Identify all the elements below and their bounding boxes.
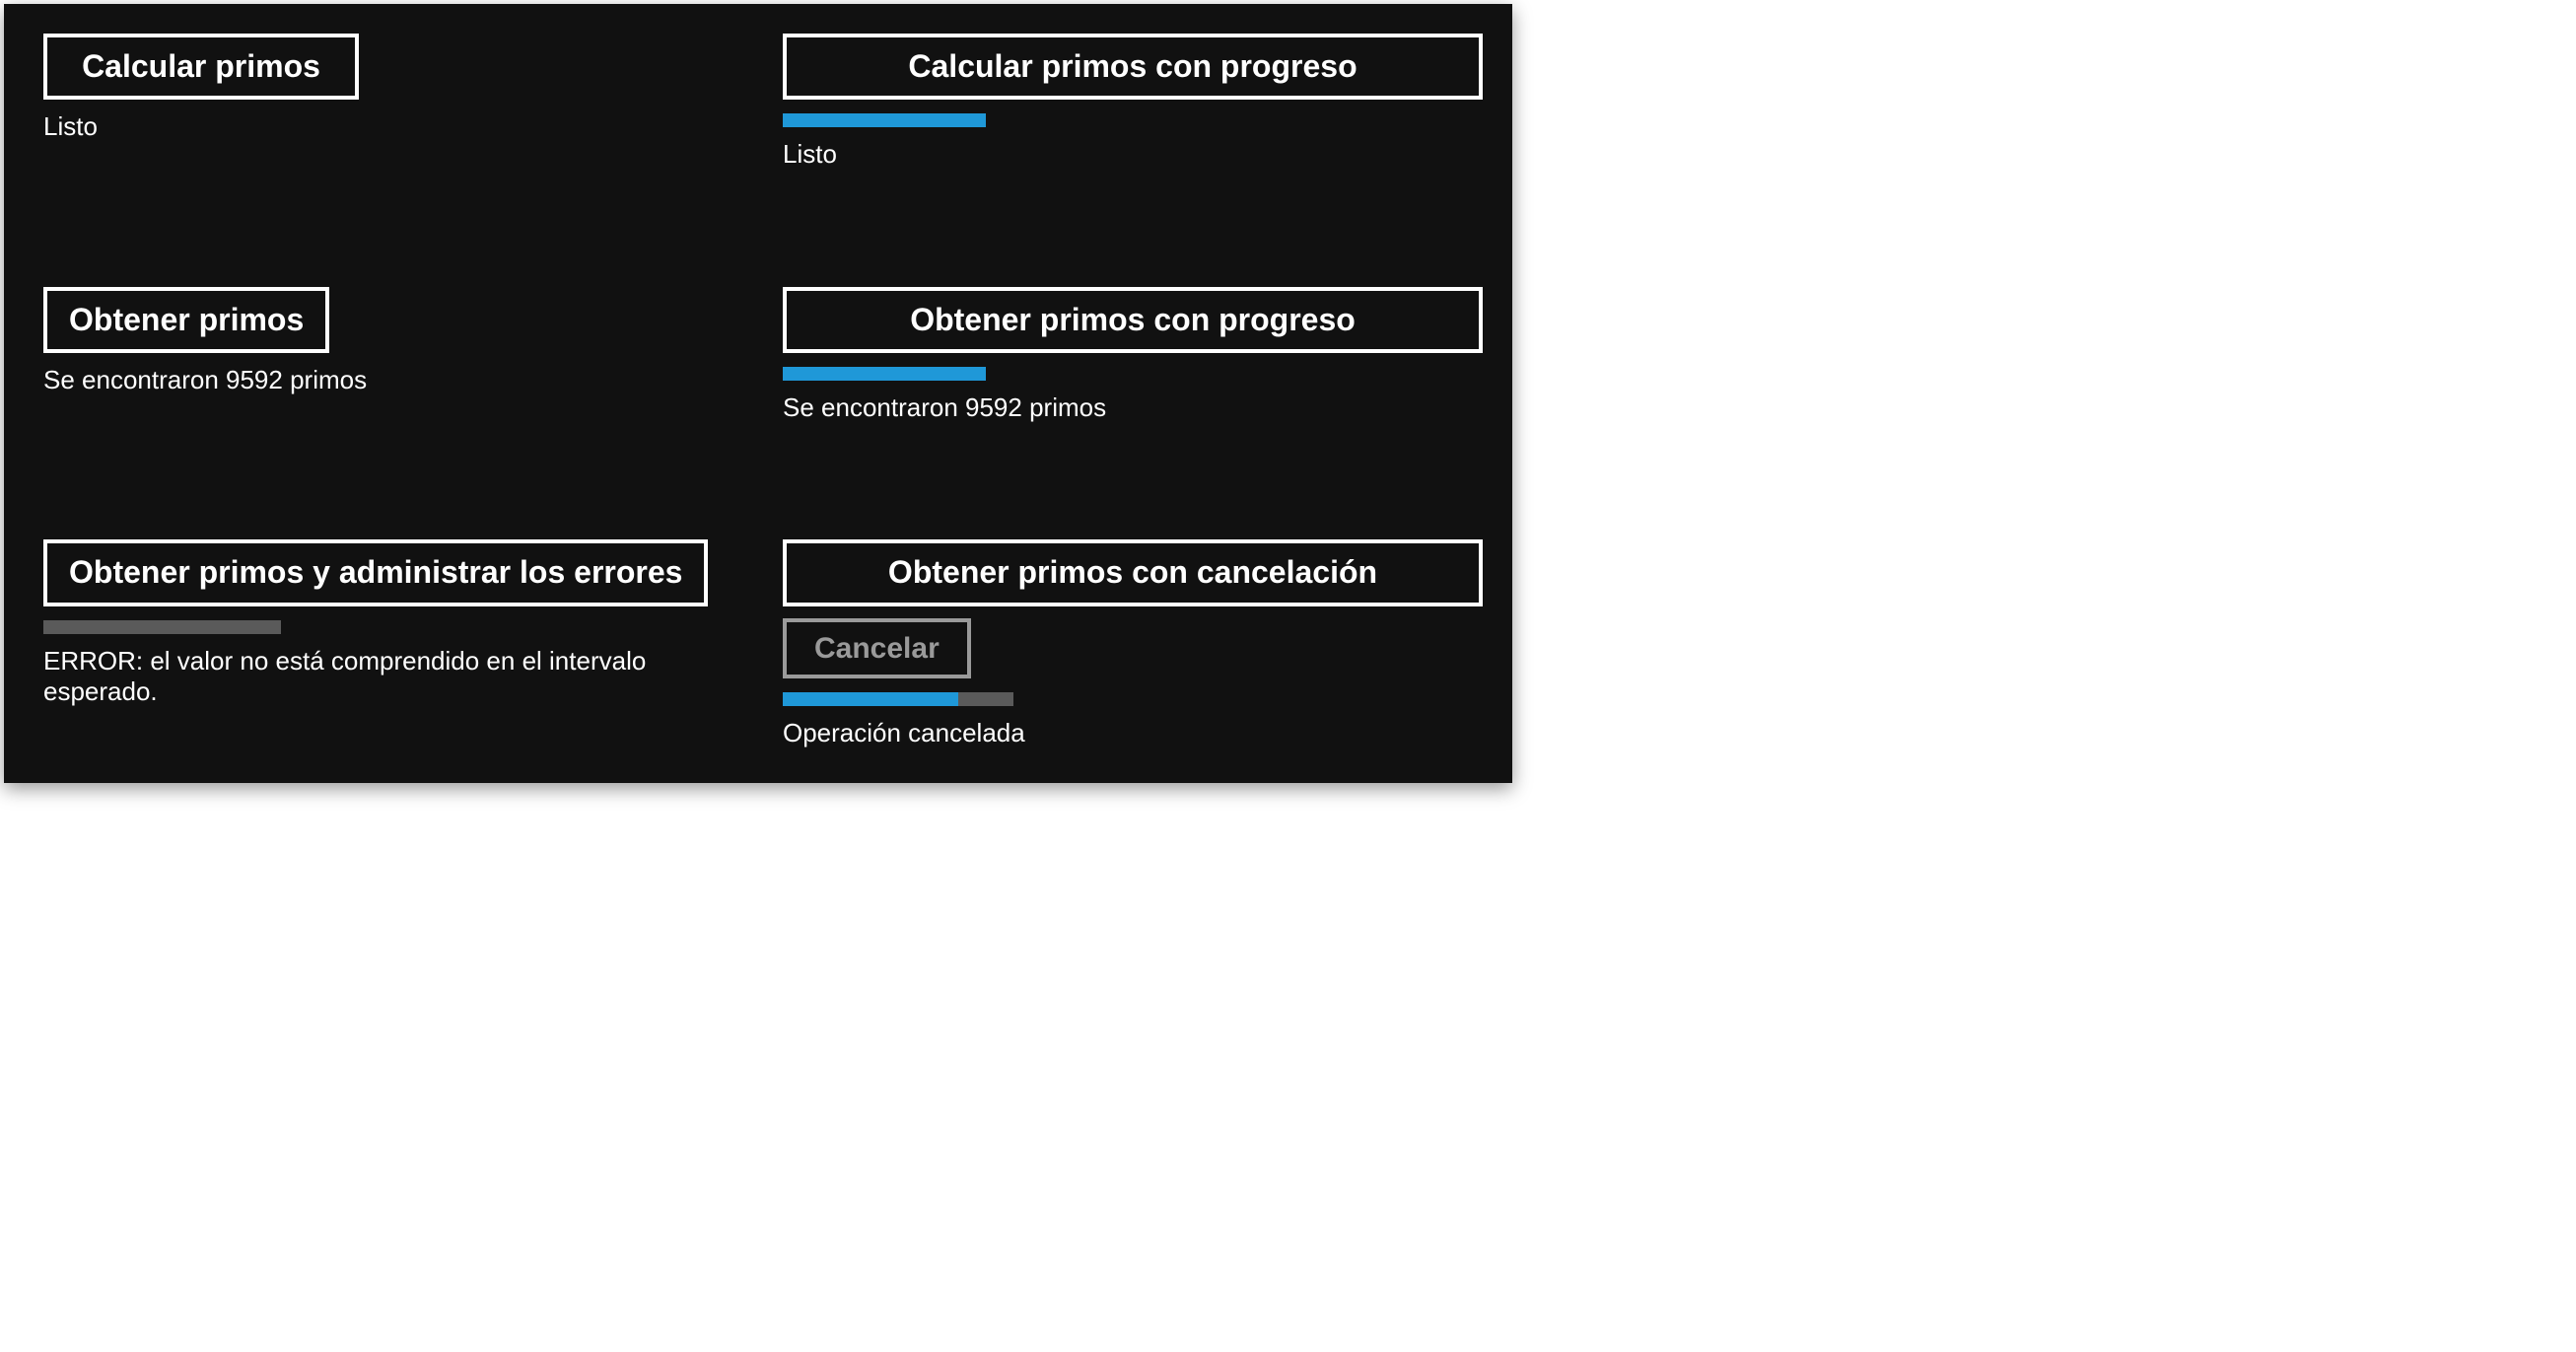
get-primes-progress-button[interactable]: Obtener primos con progreso <box>783 287 1483 353</box>
cell-get-errors: Obtener primos y administrar los errores… <box>43 539 743 753</box>
get-primes-cancel-button[interactable]: Obtener primos con cancelación <box>783 539 1483 605</box>
cell-get-cancel: Obtener primos con cancelación Cancelar … <box>783 539 1483 753</box>
progress-track <box>43 620 281 634</box>
calc-primes-progress-bar <box>783 113 1483 127</box>
calc-primes-progress-status: Listo <box>783 139 837 170</box>
get-primes-progress-bar <box>783 367 1483 381</box>
cell-calc-progress: Calcular primos con progreso Listo <box>783 34 1483 248</box>
calc-primes-progress-button[interactable]: Calcular primos con progreso <box>783 34 1483 100</box>
get-primes-errors-button[interactable]: Obtener primos y administrar los errores <box>43 539 708 605</box>
get-primes-progress-status: Se encontraron 9592 primos <box>783 392 1106 423</box>
calc-primes-status: Listo <box>43 111 98 142</box>
get-primes-errors-progress-bar <box>43 620 743 634</box>
progress-fill <box>783 367 986 381</box>
cell-get-progress: Obtener primos con progreso Se encontrar… <box>783 287 1483 501</box>
cell-calc: Calcular primos Listo <box>43 34 743 248</box>
calc-primes-button[interactable]: Calcular primos <box>43 34 359 100</box>
get-primes-button[interactable]: Obtener primos <box>43 287 329 353</box>
progress-fill <box>783 113 986 127</box>
cell-get: Obtener primos Se encontraron 9592 primo… <box>43 287 743 501</box>
get-primes-cancel-status: Operación cancelada <box>783 718 1025 748</box>
app-window: Calcular primos Listo Calcular primos co… <box>4 4 1512 783</box>
get-primes-status: Se encontraron 9592 primos <box>43 365 367 395</box>
get-primes-errors-status: ERROR: el valor no está comprendido en e… <box>43 646 743 707</box>
cancel-button[interactable]: Cancelar <box>783 618 971 678</box>
get-primes-cancel-progress-bar <box>783 692 1483 706</box>
progress-fill <box>783 692 958 706</box>
